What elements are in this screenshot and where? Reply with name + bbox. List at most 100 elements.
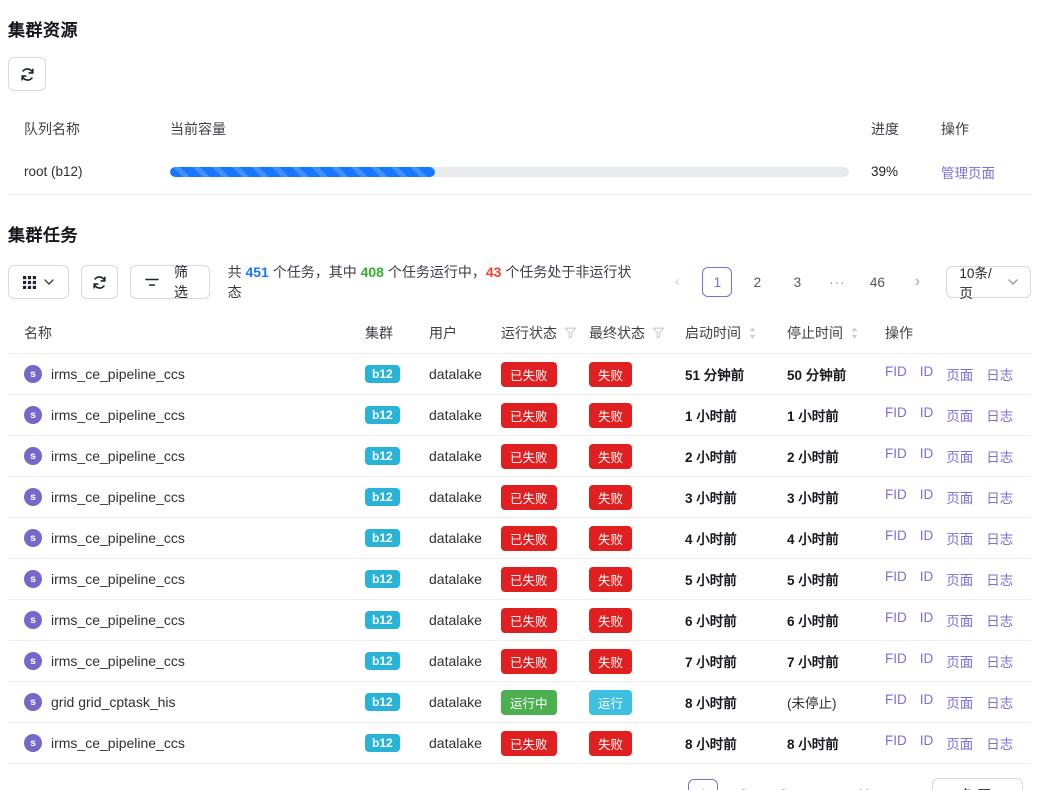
action-link[interactable]: ID (920, 569, 934, 589)
action-link[interactable]: ID (920, 651, 934, 671)
action-link[interactable]: ID (920, 733, 934, 753)
prev-page-icon[interactable]: ‹ (648, 779, 678, 790)
sort-icon[interactable] (850, 326, 859, 340)
resources-refresh-button[interactable] (8, 57, 46, 91)
run-status-cell: 已失败 (501, 362, 589, 387)
action-link[interactable]: FID (885, 733, 907, 753)
cluster-badge: b12 (365, 365, 400, 383)
action-link[interactable]: ID (920, 364, 934, 384)
action-link[interactable]: 页面 (946, 692, 973, 712)
page-number[interactable]: 3 (782, 267, 812, 297)
col-progress: 进度 (871, 119, 919, 139)
action-link[interactable]: 日志 (986, 446, 1013, 466)
action-link[interactable]: FID (885, 528, 907, 548)
action-link[interactable]: 页面 (946, 528, 973, 548)
name-cell: s irms_ce_pipeline_ccs (24, 611, 365, 629)
action-link[interactable]: 日志 (986, 692, 1013, 712)
tasks-refresh-button[interactable] (81, 265, 118, 299)
action-link[interactable]: ID (920, 610, 934, 630)
action-link[interactable]: FID (885, 446, 907, 466)
filter-funnel-icon[interactable] (564, 327, 577, 339)
final-status-cell: 失败 (589, 608, 685, 633)
page-size-select[interactable]: 10条/页 (946, 266, 1031, 298)
action-link[interactable]: 日志 (986, 487, 1013, 507)
stop-time: 5 小时前 (787, 569, 885, 589)
action-link[interactable]: 页面 (946, 651, 973, 671)
final-status-cell: 失败 (589, 567, 685, 592)
cluster-cell: b12 (365, 406, 429, 424)
user-cell: datalake (429, 612, 501, 628)
task-name: irms_ce_pipeline_ccs (51, 489, 185, 505)
start-time: 3 小时前 (685, 487, 787, 507)
summary-mid1: 个任务，其中 (269, 264, 361, 280)
cluster-badge: b12 (365, 406, 400, 424)
action-link[interactable]: ID (920, 528, 934, 548)
run-status-badge: 已失败 (501, 444, 557, 469)
page-number[interactable]: 46 (848, 779, 878, 790)
page-size-label: 10条/页 (959, 262, 999, 302)
next-page-icon[interactable]: › (888, 779, 918, 790)
action-link[interactable]: 页面 (946, 569, 973, 589)
action-link[interactable]: 日志 (986, 528, 1013, 548)
page-number[interactable]: 2 (742, 267, 772, 297)
user-cell: datalake (429, 448, 501, 464)
action-link[interactable]: FID (885, 405, 907, 425)
table-row: s irms_ce_pipeline_ccs b12 datalake 已失败 … (8, 354, 1031, 395)
action-link[interactable]: 页面 (946, 446, 973, 466)
action-link[interactable]: FID (885, 610, 907, 630)
action-link[interactable]: 页面 (946, 610, 973, 630)
action-link[interactable]: ID (920, 692, 934, 712)
table-row: s irms_ce_pipeline_ccs b12 datalake 已失败 … (8, 600, 1031, 641)
action-link[interactable]: 日志 (986, 651, 1013, 671)
run-status-cell: 已失败 (501, 485, 589, 510)
col-user-label: 用户 (429, 323, 457, 343)
paginator: ‹123···46›10条/页 (662, 266, 1031, 298)
stop-time: 50 分钟前 (787, 364, 885, 384)
stop-time: 7 小时前 (787, 651, 885, 671)
action-link[interactable]: FID (885, 364, 907, 384)
sort-icon[interactable] (748, 326, 757, 340)
table-row: s irms_ce_pipeline_ccs b12 datalake 已失败 … (8, 477, 1031, 518)
cluster-badge: b12 (365, 652, 400, 670)
action-link[interactable]: FID (885, 487, 907, 507)
page-number[interactable]: 2 (728, 779, 758, 790)
name-cell: s grid grid_cptask_his (24, 693, 365, 711)
action-link[interactable]: ID (920, 446, 934, 466)
manage-page-link[interactable]: 管理页面 (941, 162, 1015, 182)
page-size-select[interactable]: 10条/页 (932, 778, 1023, 790)
action-link[interactable]: FID (885, 692, 907, 712)
filter-funnel-icon[interactable] (652, 327, 665, 339)
page-number[interactable]: 1 (688, 779, 718, 790)
action-link[interactable]: 日志 (986, 569, 1013, 589)
action-link[interactable]: ID (920, 487, 934, 507)
run-status-badge: 已失败 (501, 731, 557, 756)
stop-time: 3 小时前 (787, 487, 885, 507)
next-page-icon[interactable]: › (902, 267, 932, 297)
view-mode-dropdown-button[interactable] (8, 265, 69, 299)
page-number[interactable]: 1 (702, 267, 732, 297)
action-link[interactable]: 日志 (986, 364, 1013, 384)
action-link[interactable]: FID (885, 569, 907, 589)
spark-avatar-icon: s (24, 570, 42, 588)
action-link[interactable]: FID (885, 651, 907, 671)
table-row: s irms_ce_pipeline_ccs b12 datalake 已失败 … (8, 436, 1031, 477)
action-link[interactable]: 日志 (986, 610, 1013, 630)
cluster-badge: b12 (365, 611, 400, 629)
spark-avatar-icon: s (24, 529, 42, 547)
action-link[interactable]: 页面 (946, 405, 973, 425)
page-number[interactable]: 46 (862, 267, 892, 297)
spark-avatar-icon: s (24, 406, 42, 424)
final-status-badge: 失败 (589, 362, 632, 387)
action-link[interactable]: 页面 (946, 487, 973, 507)
cluster-cell: b12 (365, 611, 429, 629)
spark-avatar-icon: s (24, 365, 42, 383)
page-number[interactable]: 3 (768, 779, 798, 790)
action-link[interactable]: 日志 (986, 733, 1013, 753)
filter-button[interactable]: 筛选 (130, 265, 209, 299)
prev-page-icon[interactable]: ‹ (662, 267, 692, 297)
action-link[interactable]: 页面 (946, 733, 973, 753)
run-status-badge: 已失败 (501, 485, 557, 510)
action-link[interactable]: 页面 (946, 364, 973, 384)
action-link[interactable]: 日志 (986, 405, 1013, 425)
action-link[interactable]: ID (920, 405, 934, 425)
